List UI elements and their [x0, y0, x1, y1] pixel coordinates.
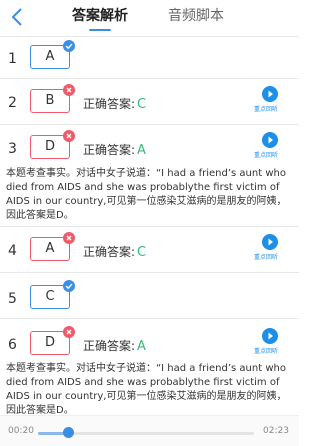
correct-answer: 正确答案: C	[83, 97, 147, 112]
cross-icon	[63, 232, 75, 244]
question-number: 3	[8, 141, 17, 157]
divider	[0, 318, 299, 319]
question-row: 1 A	[0, 40, 299, 80]
question-number: 5	[8, 291, 17, 307]
question-number: 6	[8, 337, 17, 353]
correct-answer-value: A	[137, 143, 146, 158]
correct-answer-value: C	[137, 97, 147, 112]
current-time: 00:20	[8, 426, 34, 436]
play-icon[interactable]	[262, 132, 278, 148]
divider	[0, 124, 299, 125]
divider	[0, 78, 299, 79]
tab-answer-analysis[interactable]: 答案解析	[72, 7, 128, 25]
audio-player: 00:20 02:23	[0, 415, 299, 446]
total-time: 02:23	[263, 426, 289, 436]
divider	[0, 226, 299, 227]
question-row: 2 B 正确答案: C 重点回听	[0, 84, 299, 124]
replay-key-point-label[interactable]: 重点回听	[254, 252, 278, 261]
play-icon[interactable]	[262, 234, 278, 250]
back-chevron-icon[interactable]	[9, 6, 25, 28]
question-row: 5 C	[0, 280, 299, 320]
explanation-text: 本题考查事实。对话中女子说道：“I had a friend’s aunt wh…	[6, 168, 287, 221]
question-number: 2	[8, 95, 17, 111]
check-icon	[63, 40, 75, 52]
cross-icon	[63, 130, 75, 142]
question-number: 4	[8, 243, 17, 259]
correct-answer: 正确答案: A	[83, 143, 146, 158]
check-icon	[63, 280, 75, 292]
question-row: 6 D 正确答案: A 重点回听	[0, 326, 299, 366]
top-bar: 答案解析 音频脚本	[0, 0, 299, 36]
question-row: 3 D 正确答案: A 重点回听	[0, 130, 299, 170]
correct-answer: 正确答案: A	[83, 339, 146, 354]
replay-key-point-label[interactable]: 重点回听	[254, 150, 278, 159]
cross-icon	[63, 84, 75, 96]
question-number: 1	[8, 51, 17, 67]
question-row: 4 A 正确答案: C 重点回听	[0, 232, 299, 272]
correct-answer-value: C	[137, 245, 147, 260]
cross-icon	[63, 326, 75, 338]
play-icon[interactable]	[262, 86, 278, 102]
replay-key-point-label[interactable]: 重点回听	[254, 346, 278, 355]
correct-answer-value: A	[137, 339, 146, 354]
divider	[0, 272, 299, 273]
active-tab-indicator	[89, 29, 111, 31]
divider	[0, 36, 299, 37]
play-icon[interactable]	[262, 328, 278, 344]
tab-audio-script[interactable]: 音频脚本	[168, 7, 224, 25]
correct-answer: 正确答案: C	[83, 245, 147, 260]
explanation-text: 本题考查事实。对话中女子说道：“I had a friend’s aunt wh…	[6, 363, 287, 415]
replay-key-point-label[interactable]: 重点回听	[254, 104, 278, 113]
progress-thumb[interactable]	[62, 427, 74, 438]
